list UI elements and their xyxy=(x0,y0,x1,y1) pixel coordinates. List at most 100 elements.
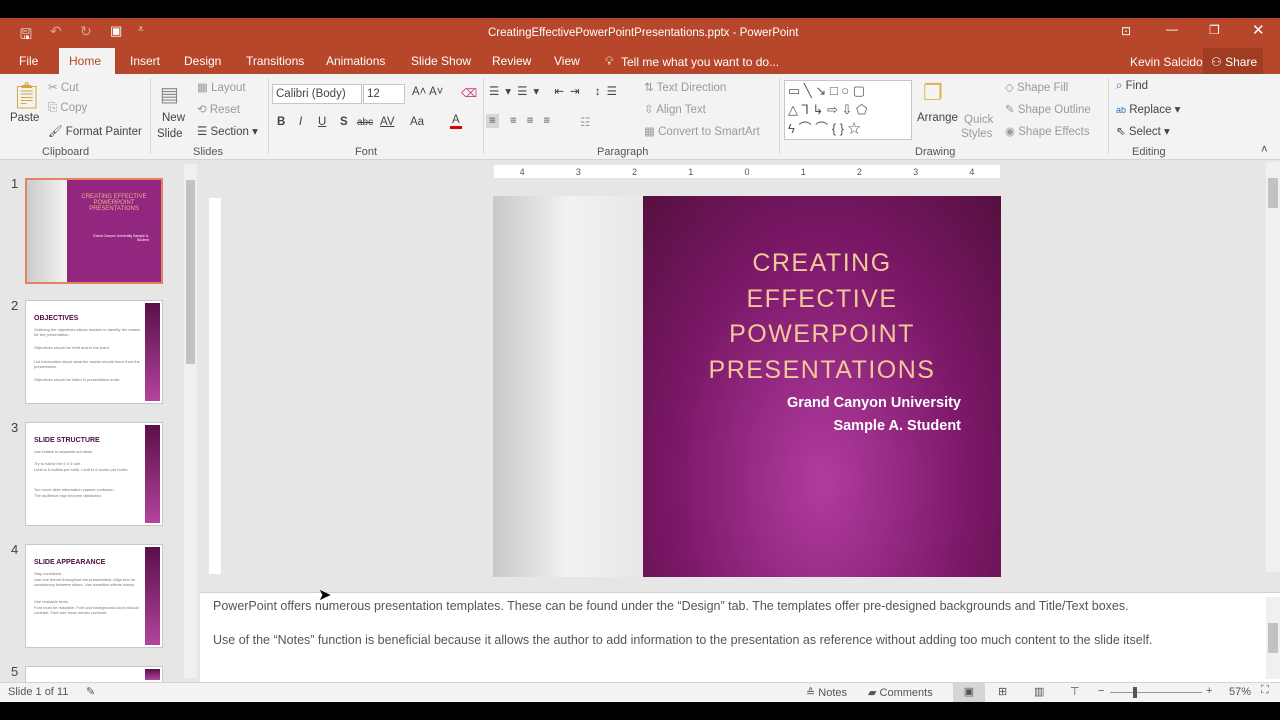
shape-outline-label: Shape Outline xyxy=(1017,104,1091,116)
ribbon-display-icon[interactable]: ⊡ xyxy=(1121,24,1131,38)
format-painter-button[interactable]: 🖌︎ Format Painter xyxy=(48,124,142,138)
notes-paragraph[interactable]: PowerPoint offers numerous presentation … xyxy=(213,598,1243,614)
start-slideshow-icon[interactable]: ▣ xyxy=(110,23,122,39)
minimize-button[interactable]: — xyxy=(1166,22,1178,36)
mouse-cursor-icon: ➤ xyxy=(318,587,332,604)
text-direction-button[interactable]: ⇅ Text Direction xyxy=(644,80,726,94)
slideshow-button[interactable]: ⊤ xyxy=(1070,685,1080,698)
character-spacing-button[interactable]: AV xyxy=(380,116,395,128)
layout-button[interactable]: ▦ Layout xyxy=(197,80,246,94)
change-case-button[interactable]: Aa xyxy=(410,116,424,128)
slide-title-line[interactable]: PRESENTATIONS xyxy=(643,353,1001,389)
section-button[interactable]: ☰ Section ▾ xyxy=(197,124,258,138)
slide-title-line[interactable]: POWERPOINT xyxy=(643,317,1001,353)
font-size-select[interactable]: 12 xyxy=(363,84,405,104)
quick-styles-button[interactable]: Quick xyxy=(964,114,993,126)
undo-icon[interactable]: ↶ xyxy=(50,23,62,40)
tab-slide-show[interactable]: Slide Show xyxy=(401,48,481,74)
arrange-icon[interactable]: ❐ xyxy=(923,80,943,106)
scrollbar-thumb[interactable] xyxy=(1268,178,1278,208)
slide-title-line[interactable]: CREATING xyxy=(643,246,1001,282)
new-slide-button-2[interactable]: Slide xyxy=(157,128,183,140)
notes-scrollbar[interactable] xyxy=(1266,597,1280,679)
normal-view-button[interactable]: ▣ xyxy=(953,683,985,702)
italic-button[interactable]: I xyxy=(299,116,302,128)
tab-animations[interactable]: Animations xyxy=(316,48,395,74)
reset-button[interactable]: ⟲ Reset xyxy=(197,102,240,116)
customize-toolbar-icon[interactable]: ⩡ xyxy=(138,24,144,35)
scrollbar-thumb[interactable] xyxy=(1268,623,1278,653)
smartart-button[interactable]: ▦ Convert to SmartArt xyxy=(644,124,760,138)
quick-styles-button-2[interactable]: Styles xyxy=(961,128,992,140)
user-name[interactable]: Kevin Salcido xyxy=(1130,55,1203,69)
font-name-select[interactable]: Calibri (Body) xyxy=(272,84,362,104)
zoom-out-button[interactable]: − xyxy=(1098,685,1104,697)
columns-button[interactable]: ☷ xyxy=(580,115,590,129)
shape-fill-button[interactable]: ◇ Shape Fill xyxy=(1005,80,1068,94)
slide-subtitle-line[interactable]: Sample A. Student xyxy=(787,415,961,438)
tab-file[interactable]: File xyxy=(9,48,48,74)
tab-transitions[interactable]: Transitions xyxy=(236,48,314,74)
find-button[interactable]: ⌕ Find xyxy=(1116,80,1148,93)
shapes-gallery[interactable]: ▭ ╲ ↘ □ ○ ▢ △ ⅂ ↳ ⇨ ⇩ ⬠ ϟ ⌒ ⌒ { } ☆ xyxy=(784,80,912,140)
list-buttons[interactable]: ☰▾☰▾ ⇤⇥ ↕☰ xyxy=(489,84,623,98)
strikethrough-button[interactable]: abc xyxy=(357,117,373,128)
align-left-button[interactable]: ≡ xyxy=(486,114,499,128)
zoom-slider-thumb[interactable] xyxy=(1133,687,1137,698)
bold-button[interactable]: B xyxy=(277,116,285,128)
align-text-button[interactable]: ⇳ Align Text xyxy=(644,102,706,116)
tab-home[interactable]: Home xyxy=(59,48,115,74)
slide-thumbnail-3[interactable]: SLIDE STRUCTURE Use bullets to separate … xyxy=(25,422,163,526)
spell-check-icon[interactable]: ✎ xyxy=(86,685,95,698)
slide-canvas[interactable]: CREATING EFFECTIVE POWERPOINT PRESENTATI… xyxy=(643,196,1001,577)
slide-sorter-button[interactable]: ⊞ xyxy=(998,685,1007,698)
shape-effects-button[interactable]: ◉ Shape Effects xyxy=(1005,124,1090,138)
underline-button[interactable]: U xyxy=(318,116,326,128)
tab-view[interactable]: View xyxy=(544,48,590,74)
shape-outline-button[interactable]: ✎ Shape Outline xyxy=(1005,102,1091,116)
close-button[interactable]: ✕ xyxy=(1252,21,1265,39)
new-slide-button[interactable]: New xyxy=(162,112,185,124)
maximize-button[interactable]: ❐ xyxy=(1209,23,1220,37)
tab-review[interactable]: Review xyxy=(482,48,541,74)
fit-to-window-icon[interactable]: ⛶ xyxy=(1261,684,1269,697)
replace-button[interactable]: ab Replace ▾ xyxy=(1116,102,1180,116)
paste-button[interactable]: Paste xyxy=(10,112,39,124)
save-icon[interactable]: 🖫 xyxy=(20,24,32,48)
tab-insert[interactable]: Insert xyxy=(120,48,170,74)
zoom-level[interactable]: 57% xyxy=(1229,686,1251,698)
slide-title-line[interactable]: EFFECTIVE xyxy=(643,282,1001,318)
slide-thumbnail-4[interactable]: SLIDE APPEARANCE Stay consistent. Use on… xyxy=(25,544,163,648)
select-button[interactable]: ⇖ Select ▾ xyxy=(1116,124,1170,138)
slide-thumbnail-2[interactable]: OBJECTIVES Outlining the objectives allo… xyxy=(25,300,163,404)
redo-icon[interactable]: ↻ xyxy=(80,23,92,40)
notes-button[interactable]: ≙ Notes xyxy=(806,686,847,699)
slide-thumbnail-5[interactable] xyxy=(25,666,163,682)
editor-scrollbar[interactable] xyxy=(1266,162,1280,572)
slide-thumbnail-1[interactable]: CREATING EFFECTIVE POWERPOINT PRESENTATI… xyxy=(25,178,163,284)
comments-button[interactable]: ▰ Comments xyxy=(868,686,933,699)
tell-me-input[interactable]: Tell me what you want to do... xyxy=(621,55,779,69)
zoom-in-button[interactable]: + xyxy=(1206,685,1212,697)
notes-pane[interactable]: PowerPoint offers numerous presentation … xyxy=(200,587,1280,682)
collapse-ribbon-icon[interactable]: ˄ xyxy=(1261,144,1268,156)
zoom-slider[interactable] xyxy=(1110,687,1202,698)
slide-subtitle-line[interactable]: Grand Canyon University xyxy=(787,392,961,415)
copy-button[interactable]: ⎘ Copy xyxy=(48,102,87,115)
arrange-button[interactable]: Arrange xyxy=(917,112,958,124)
paste-icon[interactable]: 📋︎ xyxy=(10,80,43,111)
thumbnail-scrollbar[interactable] xyxy=(184,164,197,678)
clear-formatting-icon[interactable]: ⌫ xyxy=(461,86,477,100)
grow-font-button[interactable]: A˄ A˅ xyxy=(412,86,443,98)
notes-paragraph[interactable]: Use of the “Notes” function is beneficia… xyxy=(213,632,1243,648)
font-color-button[interactable]: A xyxy=(450,114,462,129)
share-button[interactable]: ⚇ Share xyxy=(1203,48,1263,74)
reading-view-button[interactable]: ▥ xyxy=(1034,685,1044,698)
tab-design[interactable]: Design xyxy=(174,48,231,74)
new-slide-icon[interactable]: ▤ xyxy=(160,82,179,107)
scrollbar-thumb[interactable] xyxy=(186,180,195,364)
slide-thumbnails-pane: 1 CREATING EFFECTIVE POWERPOINT PRESENTA… xyxy=(0,160,200,682)
shadow-button[interactable]: S xyxy=(340,116,348,128)
align-buttons[interactable]: ≡≡≡ xyxy=(510,115,560,127)
cut-button[interactable]: ✂ Cut xyxy=(48,80,79,94)
